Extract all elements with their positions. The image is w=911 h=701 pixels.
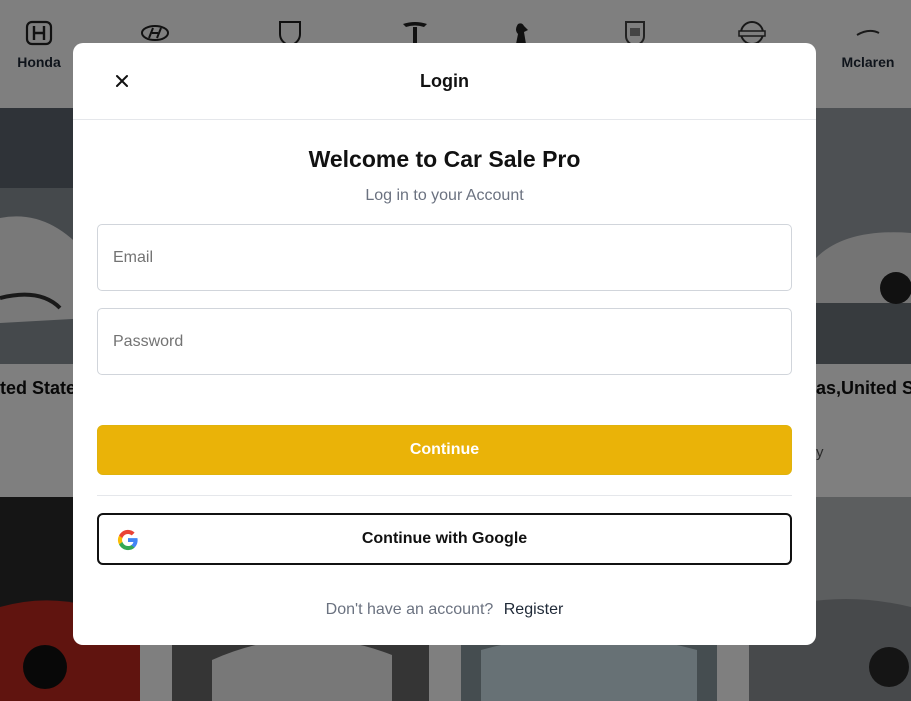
login-modal: Login Welcome to Car Sale Pro Log in to … [73, 43, 816, 645]
modal-header: Login [73, 43, 816, 120]
no-account-text: Don't have an account? [325, 601, 494, 618]
welcome-heading: Welcome to Car Sale Pro [308, 146, 581, 172]
google-icon [117, 529, 138, 551]
continue-with-google-button[interactable]: Continue with Google [97, 513, 792, 565]
modal-title: Login [420, 71, 469, 91]
register-link[interactable]: Register [504, 601, 564, 618]
password-field[interactable] [97, 308, 792, 375]
login-subtitle: Log in to your Account [365, 187, 524, 204]
continue-button[interactable]: Continue [97, 425, 792, 475]
email-field[interactable] [97, 224, 792, 291]
register-row: Don't have an account? Register [73, 601, 816, 619]
divider [97, 495, 792, 496]
google-button-label: Continue with Google [361, 530, 528, 547]
